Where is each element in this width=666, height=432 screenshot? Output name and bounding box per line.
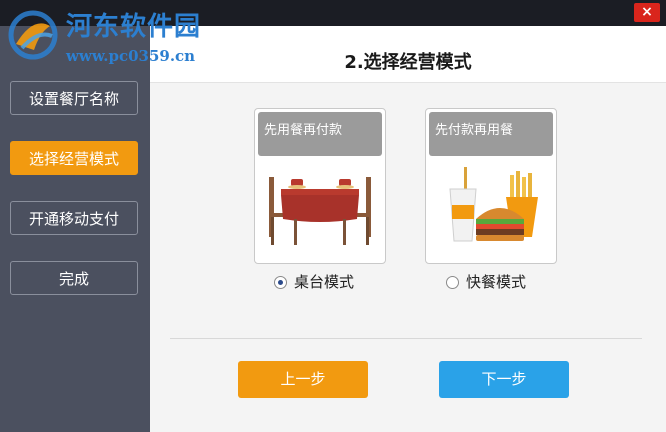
radio-button[interactable] (274, 276, 287, 289)
watermark-logo (8, 10, 58, 60)
sidebar-item-select-business-mode[interactable]: 选择经营模式 (10, 141, 138, 175)
divider (170, 338, 642, 339)
sidebar-item-mobile-payment[interactable]: 开通移动支付 (10, 201, 138, 235)
mode-card-fast-food[interactable]: 先付款再用餐 (425, 108, 557, 264)
close-button[interactable]: × (634, 3, 660, 22)
dining-table-icon (269, 177, 371, 245)
sidebar: 设置餐厅名称 选择经营模式 开通移动支付 完成 (0, 26, 150, 432)
sidebar-item-finish[interactable]: 完成 (10, 261, 138, 295)
card-label: 先付款再用餐 (429, 112, 553, 156)
watermark-url: www.pc0359.cn (66, 47, 196, 65)
mode-card-dine-in[interactable]: 先用餐再付款 (254, 108, 386, 264)
radio-button[interactable] (446, 276, 459, 289)
watermark-site-name: 河东软件园 (66, 12, 202, 42)
previous-step-button[interactable]: 上一步 (238, 361, 368, 398)
radio-label: 快餐模式 (466, 273, 527, 291)
card-label: 先用餐再付款 (258, 112, 382, 156)
header: 2.选择经营模式 (150, 26, 666, 83)
fast-food-icon (449, 167, 538, 242)
radio-label: 桌台模式 (294, 273, 355, 291)
sidebar-item-set-restaurant-name[interactable]: 设置餐厅名称 (10, 81, 138, 115)
page-title: 2.选择经营模式 (344, 52, 472, 73)
next-step-button[interactable]: 下一步 (439, 361, 569, 398)
main-content: 2.选择经营模式 先用餐再付款 先付款再用餐 桌台模式 快餐模式 上一步 下一步 (150, 26, 666, 432)
